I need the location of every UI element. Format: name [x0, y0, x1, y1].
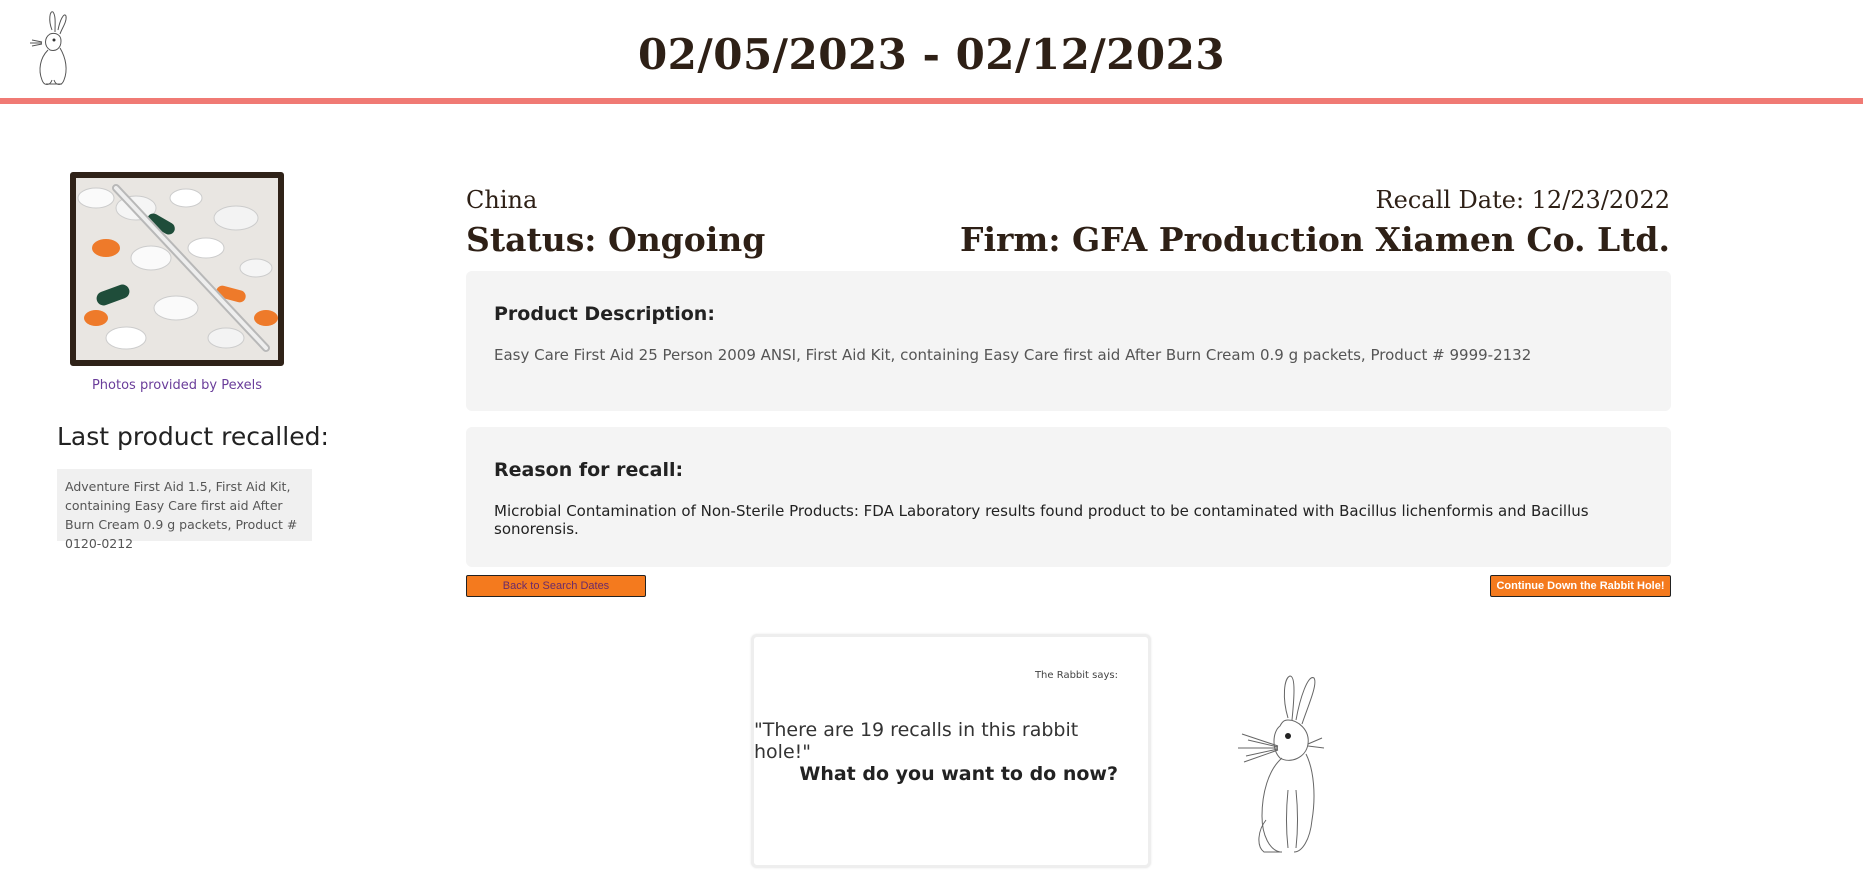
- recall-status: Status: Ongoing: [466, 220, 766, 259]
- rabbit-says-label: The Rabbit says:: [1034, 670, 1118, 681]
- recall-reason-heading: Reason for recall:: [494, 459, 684, 481]
- product-description-heading: Product Description:: [494, 303, 715, 325]
- recall-firm: Firm: GFA Production Xiamen Co. Ltd.: [960, 220, 1670, 259]
- rabbit-speech-bubble: The Rabbit says: "There are 19 recalls i…: [751, 634, 1151, 868]
- page-header: 02/05/2023 - 02/12/2023: [0, 0, 1863, 104]
- recall-country: China: [466, 186, 538, 214]
- recall-date: Recall Date: 12/23/2022: [1375, 186, 1670, 214]
- continue-rabbit-hole-button[interactable]: Continue Down the Rabbit Hole!: [1490, 575, 1671, 597]
- product-description-text: Easy Care First Aid 25 Person 2009 ANSI,…: [494, 346, 1532, 364]
- last-recalled-heading: Last product recalled:: [57, 422, 329, 451]
- last-recalled-product: Adventure First Aid 1.5, First Aid Kit, …: [57, 469, 312, 551]
- product-description-card: Product Description: Easy Care First Aid…: [466, 271, 1671, 411]
- recall-reason-text: Microbial Contamination of Non-Sterile P…: [494, 502, 1589, 538]
- rabbit-illustration-icon: [1238, 675, 1325, 853]
- photo-credit-link[interactable]: Photos provided by Pexels: [70, 378, 284, 393]
- page-title: 02/05/2023 - 02/12/2023: [637, 30, 1226, 79]
- pills-image: [76, 178, 278, 360]
- rabbit-quote: "There are 19 recalls in this rabbit hol…: [754, 719, 1079, 763]
- recall-reason-card: Reason for recall: Microbial Contaminati…: [466, 427, 1671, 567]
- product-photo: [70, 172, 284, 366]
- rabbit-question: What do you want to do now?: [799, 763, 1118, 785]
- back-to-search-button[interactable]: Back to Search Dates: [466, 575, 646, 597]
